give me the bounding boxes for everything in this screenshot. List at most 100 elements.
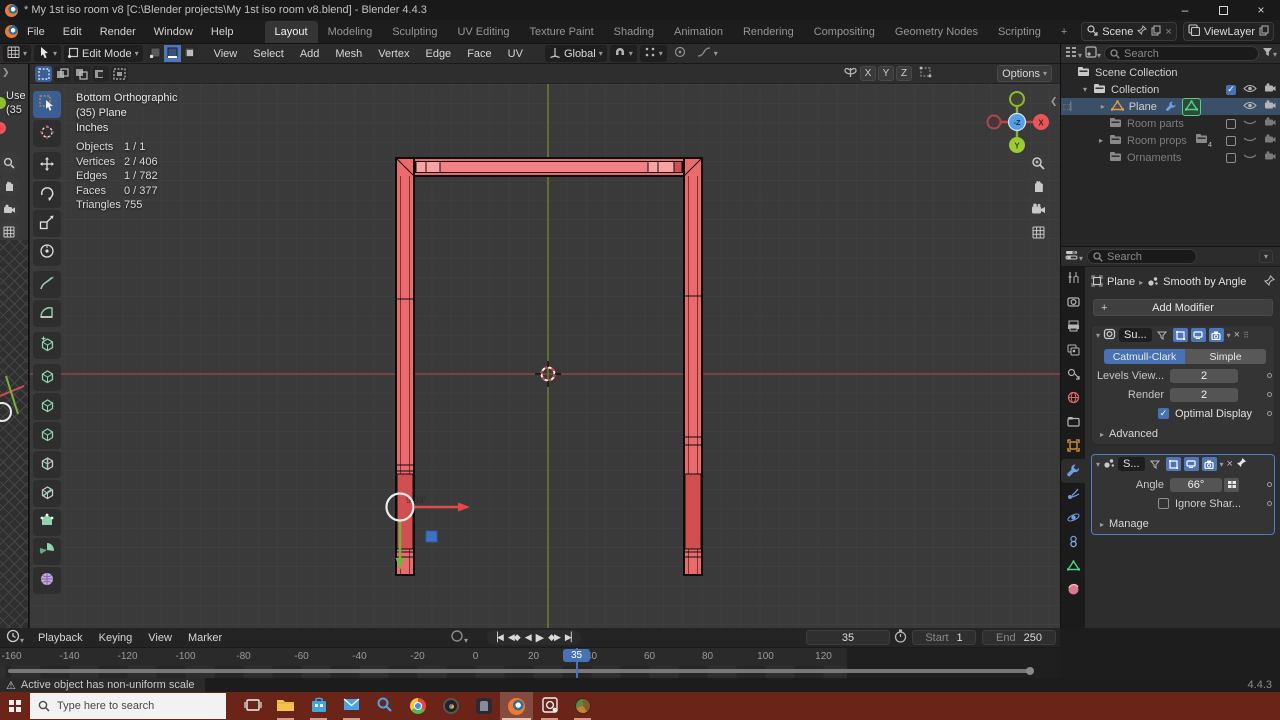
breadcrumb-modifier[interactable]: Smooth by Angle — [1163, 276, 1246, 288]
camera-visibility-icon[interactable] — [1264, 151, 1276, 164]
tweak-tool-button[interactable] — [33, 91, 61, 118]
copy-icon[interactable] — [1259, 25, 1269, 39]
annotate-tool-button[interactable] — [33, 271, 61, 298]
viewport-menu-add[interactable]: Add — [292, 48, 328, 60]
navigation-axis-gizmo[interactable]: X Y -Z — [975, 85, 1059, 160]
animate-decorator[interactable] — [1267, 482, 1272, 487]
start-frame-field[interactable]: Start1 — [912, 630, 976, 645]
properties-editor-icon[interactable]: ▾ — [1065, 249, 1083, 264]
smooth-tool-button[interactable] — [33, 567, 61, 594]
properties-search-input[interactable]: Search — [1087, 249, 1197, 264]
snap-target-dropdown[interactable]: ▾ — [640, 45, 667, 62]
camera-view-button[interactable] — [1027, 198, 1049, 220]
zoom-button[interactable] — [1027, 152, 1049, 174]
properties-tab-constraints[interactable] — [1061, 531, 1085, 555]
selectable-checkbox[interactable] — [1226, 153, 1236, 163]
tab-scripting[interactable]: Scripting — [988, 21, 1051, 43]
taskbar-app-search-app[interactable] — [368, 692, 401, 720]
tab-shading[interactable]: Shading — [604, 21, 664, 43]
taskbar-app-store[interactable] — [302, 692, 335, 720]
jump-to-start-button[interactable]: ▕◀ — [491, 632, 503, 643]
levels-viewport-field[interactable]: 2 — [1170, 369, 1238, 383]
vertex-select-button[interactable] — [147, 45, 164, 62]
advanced-subpanel-toggle[interactable]: ▸Advanced — [1100, 428, 1274, 440]
selectable-checkbox[interactable]: ✓ — [1226, 85, 1236, 95]
timeline-scrollbar[interactable] — [8, 669, 1032, 673]
manage-subpanel-toggle[interactable]: ▸Manage — [1100, 518, 1274, 530]
properties-tab-material[interactable] — [1061, 579, 1085, 603]
catmull-clark-button[interactable]: Catmull-Clark — [1104, 349, 1185, 364]
modifier2-name-field[interactable]: S... — [1118, 457, 1145, 471]
render-display-toggle[interactable] — [1209, 328, 1224, 342]
taskbar-app-mail[interactable] — [335, 692, 368, 720]
tab-animation[interactable]: Animation — [664, 21, 733, 43]
taskbar-app-task-view[interactable] — [236, 692, 269, 720]
next-keyframe-button[interactable]: ◆▶ — [548, 632, 560, 643]
add-workspace-button[interactable]: + — [1051, 21, 1077, 43]
properties-tab-render[interactable] — [1061, 291, 1085, 315]
tab-layout[interactable]: Layout — [265, 21, 318, 43]
viewport-scene[interactable]: 9.03° — [30, 84, 1060, 628]
measure-tool-button[interactable] — [33, 300, 61, 327]
animate-decorator[interactable] — [1267, 411, 1272, 416]
modifier-close-icon[interactable]: × — [1227, 458, 1233, 470]
current-frame-badge[interactable]: 35 — [563, 649, 590, 662]
correct-face-attributes-icon[interactable] — [919, 66, 932, 81]
loop-cut-tool-button[interactable] — [33, 451, 61, 478]
minimize-button[interactable]: – — [1166, 0, 1204, 20]
properties-options-dropdown[interactable]: ▾ — [1259, 250, 1273, 263]
taskbar-search-input[interactable]: Type here to search — [30, 693, 226, 719]
rotate-tool-button[interactable] — [33, 181, 61, 208]
outliner-search-input[interactable]: Search — [1104, 46, 1259, 61]
options-dropdown[interactable]: Options▾ — [997, 65, 1052, 82]
strip-zoom-icon[interactable] — [0, 152, 20, 174]
eye-closed-icon[interactable] — [1243, 118, 1257, 130]
outliner-row-scene-collection[interactable]: Scene Collection — [1061, 64, 1280, 81]
jump-to-end-button[interactable]: ▶▏ — [565, 632, 577, 643]
copy-icon[interactable] — [1151, 25, 1161, 39]
extrude-tool-button[interactable] — [33, 364, 61, 391]
play-button[interactable]: ▶ — [536, 631, 543, 644]
scale-tool-button[interactable] — [33, 210, 61, 237]
vertex-group-filter-icon[interactable] — [1155, 328, 1170, 342]
3d-viewport[interactable]: 9.03° X Y Z Optio — [30, 64, 1060, 628]
tab-compositing[interactable]: Compositing — [804, 21, 885, 43]
edge-select-button[interactable] — [164, 45, 181, 62]
outliner-row-collection[interactable]: ▾Collection✓ — [1061, 81, 1280, 98]
viewport-menu-edge[interactable]: Edge — [417, 48, 459, 60]
collapse-icon[interactable]: ▾ — [1096, 460, 1100, 469]
taskbar-app-capture-app[interactable] — [533, 692, 566, 720]
eye-open-icon[interactable] — [1243, 84, 1257, 96]
expand-open-icon[interactable]: ▾ — [1083, 85, 1093, 94]
select-subtract-icon[interactable] — [73, 66, 90, 82]
outliner-row-room-parts[interactable]: Room parts — [1061, 115, 1280, 132]
realtime-display-toggle[interactable] — [1191, 328, 1206, 342]
eye-open-icon[interactable] — [1243, 101, 1257, 113]
optimal-display-checkbox[interactable]: ✓ — [1158, 408, 1169, 419]
outliner-row-ornaments[interactable]: Ornaments — [1061, 149, 1280, 166]
mirror-x-button[interactable]: X — [860, 66, 876, 81]
properties-tab-world[interactable] — [1061, 387, 1085, 411]
keying-set-icon[interactable] — [1224, 478, 1239, 492]
current-frame-field[interactable]: 35 — [806, 630, 890, 645]
spin-tool-button[interactable] — [33, 538, 61, 565]
bevel-tool-button[interactable] — [33, 422, 61, 449]
secondary-viewport-strip[interactable]: ❯ Use (35 — [0, 64, 29, 628]
viewport-menu-face[interactable]: Face — [459, 48, 499, 60]
pin-icon[interactable] — [1236, 457, 1247, 471]
taskbar-app-wheel-app[interactable] — [434, 692, 467, 720]
close-button[interactable]: × — [1242, 0, 1280, 20]
expand-closed-icon[interactable]: ▸ — [1101, 102, 1111, 111]
outliner-editor-icon[interactable]: ▾ — [1064, 46, 1082, 61]
tab-texture-paint[interactable]: Texture Paint — [519, 21, 603, 43]
outliner-row-plane[interactable]: ⬚▏▸Plane — [1061, 98, 1280, 115]
tab-uv-editing[interactable]: UV Editing — [447, 21, 519, 43]
properties-tab-collection[interactable] — [1061, 411, 1085, 435]
modifier-extras-dropdown[interactable]: ▾ — [1227, 331, 1231, 340]
menu-render[interactable]: Render — [91, 23, 145, 41]
transform-tool-button[interactable] — [33, 239, 61, 266]
timeline-editor-icon[interactable]: ▾ — [6, 629, 24, 646]
properties-tab-object[interactable] — [1061, 435, 1085, 459]
viewport-menu-uv[interactable]: UV — [500, 48, 531, 60]
select-invert-icon[interactable] — [92, 66, 109, 82]
